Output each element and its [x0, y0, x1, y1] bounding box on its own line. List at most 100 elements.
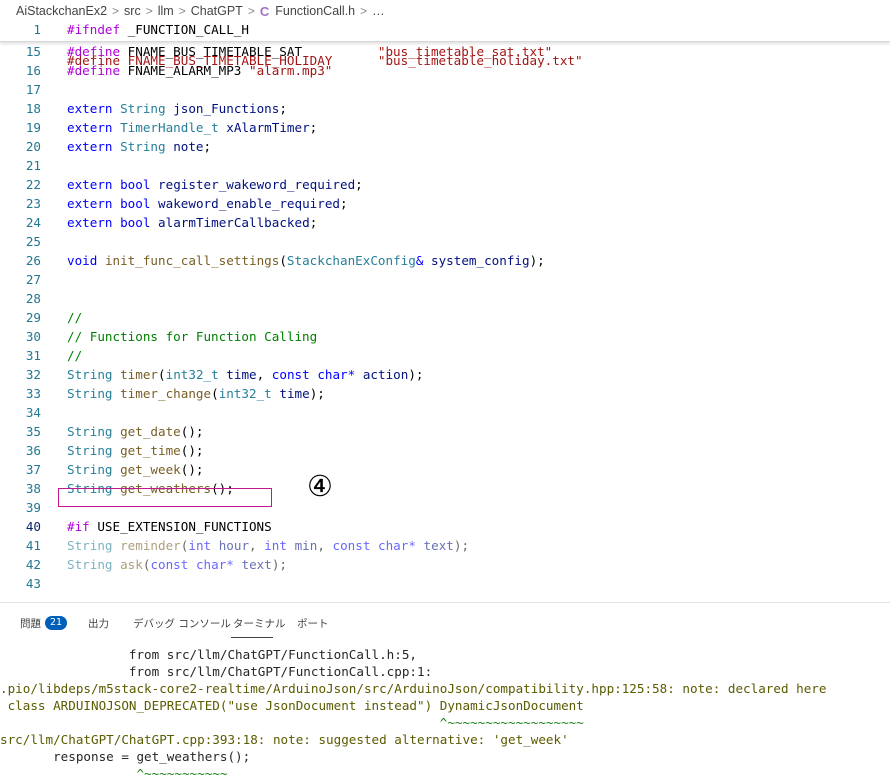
code-token: );: [309, 386, 325, 401]
tab-output[interactable]: 出力: [88, 615, 109, 631]
code-token: //: [67, 348, 83, 363]
code-token: register_wakeword_required: [158, 177, 356, 192]
code-line[interactable]: 25: [0, 232, 890, 251]
code-text: String timer(int32_t time, const char* a…: [67, 365, 424, 384]
code-line[interactable]: 36 String get_time();: [0, 441, 890, 460]
code-line[interactable]: 20 extern String note;: [0, 137, 890, 156]
code-editor[interactable]: 1 #ifndef _FUNCTION_CALL_H #define FNAME…: [0, 22, 890, 602]
breadcrumb-item-project[interactable]: AiStackchanEx2: [16, 4, 107, 18]
terminal-line: class ARDUINOJSON_DEPRECATED("use JsonDo…: [0, 698, 584, 713]
code-token: wakeword_enable_required: [158, 196, 341, 211]
code-token: timer: [120, 367, 159, 382]
code-token: text: [423, 538, 454, 553]
code-line[interactable]: 29 //: [0, 308, 890, 327]
panel-tab-bar: 問題 21 出力 デバッグ コンソール ターミナル ポート: [0, 602, 890, 642]
tab-debug-console[interactable]: デバッグ コンソール: [133, 615, 231, 631]
code-line[interactable]: 27: [0, 270, 890, 289]
code-line[interactable]: 32 String timer(int32_t time, const char*…: [0, 365, 890, 384]
code-line[interactable]: 17: [0, 80, 890, 99]
code-text: String get_time();: [67, 441, 204, 460]
code-line[interactable]: 19 extern TimerHandle_t xAlarmTimer;: [0, 118, 890, 137]
chevron-right-icon: >: [247, 4, 255, 18]
breadcrumb-item-llm[interactable]: llm: [158, 4, 174, 18]
code-line[interactable]: 21: [0, 156, 890, 175]
code-line[interactable]: 24 extern bool alarmTimerCallbacked;: [0, 213, 890, 232]
code-token: const: [150, 557, 189, 572]
code-token: String: [67, 557, 113, 572]
code-token: const: [271, 367, 310, 382]
code-token: (: [158, 367, 166, 382]
chevron-right-icon: >: [360, 4, 368, 18]
breadcrumb-item-src[interactable]: src: [124, 4, 141, 18]
breadcrumb-item-file[interactable]: FunctionCall.h: [275, 4, 355, 18]
line-number: 21: [25, 158, 41, 173]
code-line[interactable]: 28: [0, 289, 890, 308]
tab-terminal[interactable]: ターミナル: [233, 615, 286, 631]
terminal-line: ^~~~~~~~~~~~: [0, 766, 228, 781]
line-number: 30: [25, 329, 41, 344]
code-line[interactable]: 18 extern String json_Functions;: [0, 99, 890, 118]
code-token: String: [120, 101, 166, 116]
code-line[interactable]: 30 // Functions for Function Calling: [0, 327, 890, 346]
tab-problems[interactable]: 問題 21: [20, 615, 68, 631]
code-token: ;: [309, 215, 318, 230]
code-token: USE_EXTENSION_FUNCTIONS: [89, 519, 272, 534]
code-token: get_time: [120, 443, 181, 458]
breadcrumb-item-symbol[interactable]: …: [372, 4, 385, 18]
code-line[interactable]: 26 void init_func_call_settings(Stackchan…: [0, 251, 890, 270]
code-text: //: [67, 346, 82, 365]
code-token: extern: [67, 101, 113, 116]
code-token: int: [264, 538, 287, 553]
code-token: ask: [120, 557, 143, 572]
code-token: time: [226, 367, 257, 382]
code-line[interactable]: 31 //: [0, 346, 890, 365]
terminal-line: ^~~~~~~~~~~~~~~~~~~: [0, 715, 584, 730]
line-number: 27: [25, 272, 41, 287]
code-token: String: [67, 462, 113, 477]
code-line[interactable]: 35 String get_date();: [0, 422, 890, 441]
line-number: 18: [25, 101, 41, 116]
code-token: ;: [309, 120, 318, 135]
code-line[interactable]: 37 String get_week();: [0, 460, 890, 479]
code-token: ;: [340, 196, 348, 211]
code-token: StackchanExConfig: [286, 253, 416, 268]
code-token: ;: [279, 101, 287, 116]
code-line[interactable]: 22 extern bool register_wakeword_required…: [0, 175, 890, 194]
line-number: 41: [25, 538, 41, 553]
code-line[interactable]: 42 String ask(const char* text);: [0, 555, 890, 574]
tab-label: 出力: [88, 617, 109, 630]
code-token: bool: [120, 215, 151, 230]
code-token: hour: [218, 538, 250, 553]
code-token: );: [453, 538, 470, 553]
line-number: 36: [25, 443, 41, 458]
code-token: ();: [180, 443, 204, 458]
code-line[interactable]: 41 String reminder(int hour, int min, con…: [0, 536, 890, 555]
code-line[interactable]: 43: [0, 574, 890, 593]
code-line[interactable]: 23 extern bool wakeword_enable_required;: [0, 194, 890, 213]
code-line[interactable]: 40 #if USE_EXTENSION_FUNCTIONS: [0, 517, 890, 536]
tab-label: ターミナル: [233, 617, 286, 630]
terminal-output[interactable]: from src/llm/ChatGPT/FunctionCall.h:5, f…: [0, 642, 890, 784]
line-number: 28: [25, 291, 41, 306]
line-number: 20: [25, 139, 41, 154]
sticky-scroll-line[interactable]: 1 #ifndef _FUNCTION_CALL_H: [0, 22, 890, 42]
code-token: String: [67, 538, 113, 553]
code-line[interactable]: 33 String timer_change(int32_t time);: [0, 384, 890, 403]
code-text: extern TimerHandle_t xAlarmTimer;: [67, 118, 317, 137]
breadcrumb-item-chatgpt[interactable]: ChatGPT: [191, 4, 243, 18]
code-line[interactable]: 34: [0, 403, 890, 422]
tab-ports[interactable]: ポート: [297, 615, 329, 631]
code-token: text: [241, 557, 272, 572]
